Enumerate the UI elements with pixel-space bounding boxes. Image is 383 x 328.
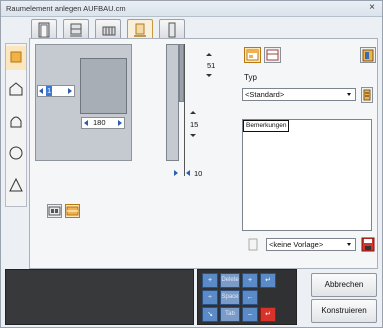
- tab-column[interactable]: [159, 19, 185, 39]
- keypad-key-divide[interactable]: ÷: [202, 290, 218, 305]
- layout-icon: [48, 206, 61, 216]
- document-icon: [248, 238, 258, 251]
- dimension-line: [184, 44, 185, 176]
- side-view-icon: [266, 49, 279, 61]
- cancel-button[interactable]: Abbrechen: [311, 273, 377, 297]
- width-spinner[interactable]: 180: [81, 117, 125, 129]
- increment-arrow-icon[interactable]: [190, 111, 196, 114]
- tab-radiator[interactable]: [95, 19, 121, 39]
- increment-arrow-icon[interactable]: [206, 53, 212, 56]
- front-view-icon: [246, 49, 259, 61]
- close-button[interactable]: ×: [366, 3, 378, 14]
- column-icon: [168, 22, 176, 38]
- title-bar: Raumelement anlegen AUFBAU.cm ×: [1, 1, 382, 17]
- square-shape-icon: [10, 51, 22, 63]
- height-value-spinner[interactable]: 15: [187, 111, 207, 141]
- keypad-key-plus[interactable]: +: [202, 273, 218, 288]
- book-icon: [362, 49, 374, 62]
- dialog-window: Raumelement anlegen AUFBAU.cm × 1 180 51…: [0, 0, 383, 328]
- list-options-icon: [363, 89, 371, 101]
- shape-pentagon-button[interactable]: [6, 78, 26, 102]
- keypad-key-minus[interactable]: –: [242, 307, 258, 322]
- door-frame-icon: [38, 22, 50, 38]
- chevron-down-icon[interactable]: [345, 90, 354, 99]
- keypad-key-plus2[interactable]: +: [242, 273, 258, 288]
- wall-section-view: [166, 44, 179, 161]
- left-offset-value[interactable]: 1: [46, 86, 53, 96]
- triangle-shape-icon: [9, 178, 23, 192]
- window-title: Raumelement anlegen AUFBAU.cm: [6, 4, 126, 13]
- decrement-arrow-icon[interactable]: [190, 134, 196, 137]
- keypad-key-arrow[interactable]: ↘: [202, 307, 218, 322]
- pentagon-shape-icon: [9, 82, 23, 96]
- height-value[interactable]: 15: [190, 120, 198, 129]
- save-disk-icon: [361, 237, 375, 252]
- chevron-down-icon[interactable]: [345, 240, 354, 249]
- keypad-key-tab[interactable]: Tab: [220, 307, 240, 322]
- radiator-icon: [102, 26, 116, 36]
- shape-arch-button[interactable]: [6, 110, 26, 134]
- arch-shape-icon: [10, 116, 22, 128]
- shape-selector: [5, 43, 27, 207]
- view-front-button[interactable]: [244, 47, 261, 63]
- depth-value[interactable]: 10: [194, 169, 202, 178]
- construct-button[interactable]: Konstruieren: [311, 299, 377, 323]
- template-selected-value: <keine Vorlage>: [269, 240, 324, 249]
- numeric-keypad: + Delete + ↵ ÷ Space ← ↘ Tab – ↵: [197, 269, 297, 325]
- shape-rectangle-button[interactable]: [6, 46, 26, 70]
- keypad-key-delete[interactable]: Delete: [220, 273, 240, 288]
- decrement-arrow-icon[interactable]: [84, 120, 88, 126]
- type-label: Typ: [244, 73, 257, 82]
- front-view-preview: [35, 44, 132, 161]
- view-side-button[interactable]: [264, 47, 281, 63]
- keypad-key-enter[interactable]: ↵: [260, 273, 276, 288]
- info-panel: [5, 269, 194, 325]
- decrement-arrow-icon[interactable]: [186, 170, 190, 176]
- type-dropdown[interactable]: <Standard>: [242, 88, 356, 101]
- window-frame-icon: [70, 23, 82, 37]
- type-options-button[interactable]: [361, 87, 373, 103]
- decrement-arrow-icon[interactable]: [39, 88, 43, 94]
- view-toggle-button[interactable]: [47, 204, 62, 218]
- width-value[interactable]: 180: [93, 118, 106, 128]
- template-folder-button[interactable]: [247, 238, 259, 252]
- top-value-spinner[interactable]: 51: [204, 53, 222, 81]
- tab-door[interactable]: [31, 19, 57, 39]
- top-value[interactable]: 51: [207, 61, 215, 70]
- niche-preview-rect: [80, 58, 127, 114]
- shape-circle-button[interactable]: [6, 142, 26, 166]
- circle-shape-icon: [9, 146, 23, 160]
- shape-triangle-button[interactable]: [6, 174, 26, 198]
- niche-icon: [134, 23, 146, 37]
- left-offset-spinner[interactable]: 1: [37, 85, 75, 97]
- decrement-arrow-icon[interactable]: [206, 74, 212, 77]
- notes-label: Bemerkungen: [243, 120, 289, 132]
- increment-arrow-icon[interactable]: [118, 120, 122, 126]
- tab-niche[interactable]: [127, 19, 153, 40]
- edit-toggle-button[interactable]: [65, 204, 80, 218]
- type-selected-value: <Standard>: [245, 90, 285, 99]
- template-dropdown[interactable]: <keine Vorlage>: [266, 238, 356, 251]
- library-button[interactable]: [360, 47, 376, 63]
- save-template-button[interactable]: [361, 237, 375, 252]
- increment-arrow-icon[interactable]: [174, 170, 178, 176]
- tab-window[interactable]: [63, 19, 89, 39]
- notes-area[interactable]: Bemerkungen: [242, 119, 372, 231]
- keypad-key-space[interactable]: Space: [220, 290, 240, 305]
- increment-arrow-icon[interactable]: [68, 88, 72, 94]
- table-icon: [66, 206, 79, 216]
- depth-spinner[interactable]: 10: [174, 168, 214, 180]
- keypad-key-enter-red[interactable]: ↵: [260, 307, 276, 322]
- keypad-key-backspace[interactable]: ←: [242, 290, 258, 305]
